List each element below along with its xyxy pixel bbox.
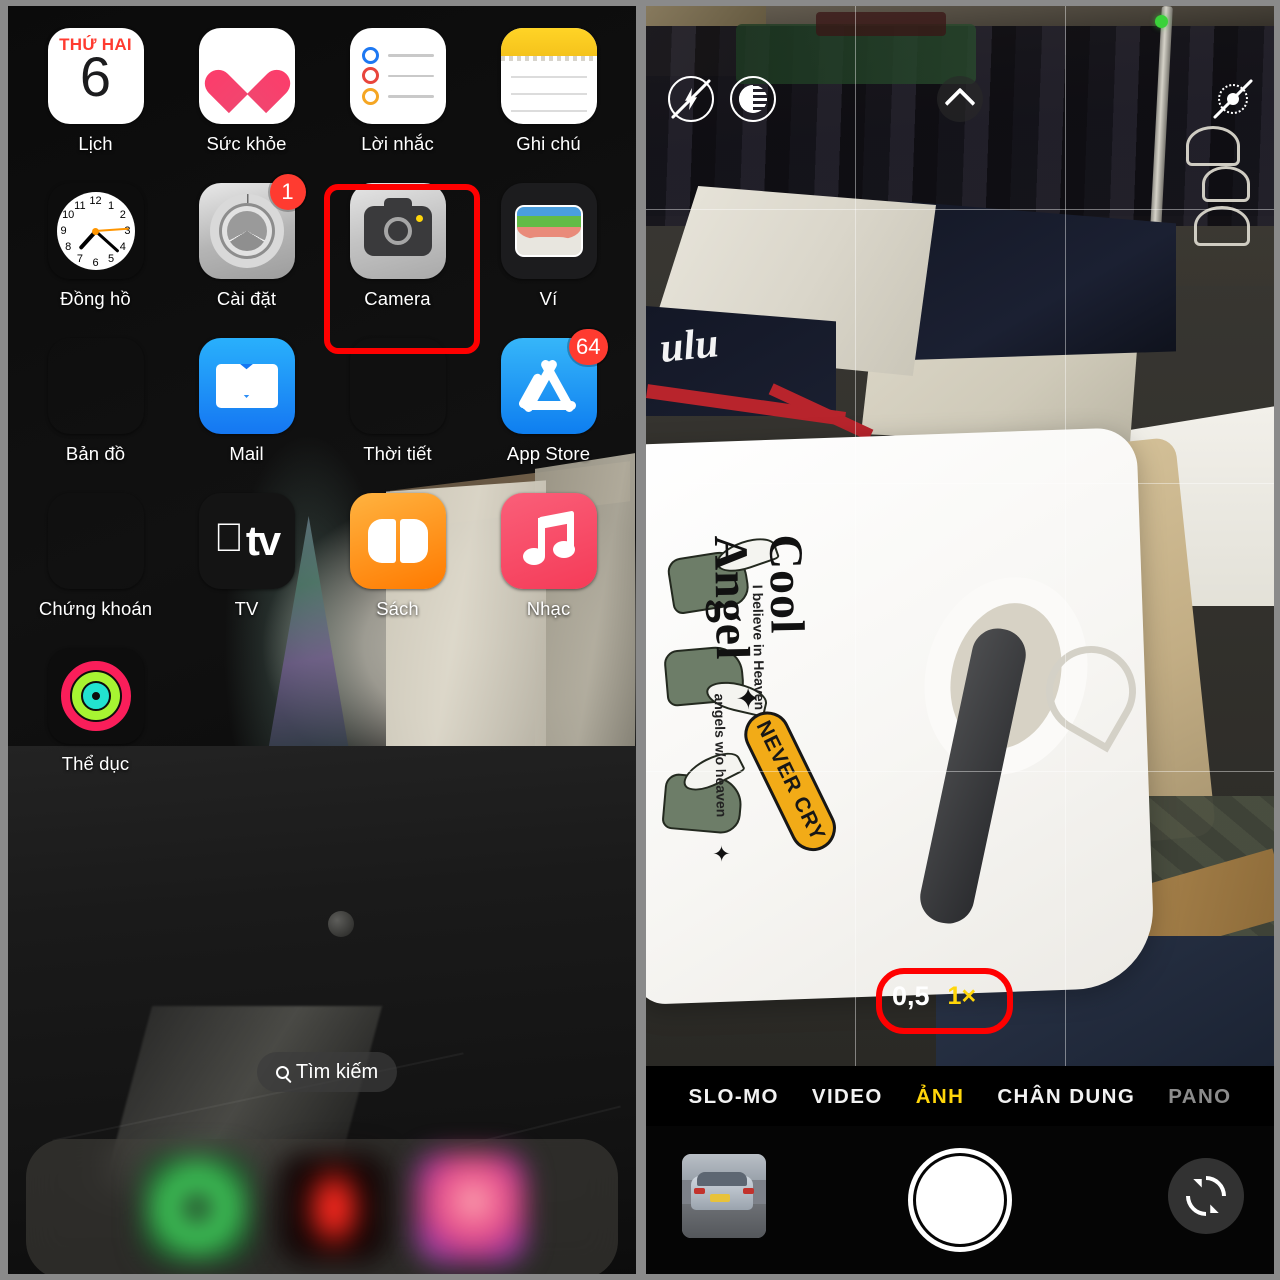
app-label: Lịch	[78, 133, 113, 154]
app-label: Ví	[539, 288, 558, 309]
app-cell-calendar[interactable]: THỨ HAI 6 Lịch	[20, 28, 171, 155]
app-label: Đồng hồ	[60, 288, 131, 309]
last-photo-thumbnail[interactable]	[682, 1154, 766, 1238]
app-label: Mail	[229, 443, 264, 464]
wallet-icon[interactable]	[500, 183, 597, 279]
app-label: Sách	[376, 598, 419, 619]
grid-line-horizontal	[646, 483, 1274, 484]
shutter-button[interactable]	[908, 1148, 1012, 1252]
app-cell-maps[interactable]: Bản đồ	[20, 338, 171, 465]
dock-app-red[interactable]	[279, 1153, 389, 1263]
search-icon	[275, 1065, 289, 1079]
camera-bottom-bar	[646, 1126, 1274, 1274]
settings-gear-icon[interactable]: 1	[198, 174, 306, 279]
music-note-icon[interactable]	[500, 493, 597, 589]
tv-wordmark: tv	[230, 517, 281, 564]
app-cell-tv[interactable]:  tv TV	[171, 493, 322, 620]
night-mode-icon[interactable]	[730, 76, 776, 122]
calendar-day: 6	[79, 45, 112, 108]
zoom-highlight-box	[876, 968, 1013, 1034]
app-label: Lời nhắc	[361, 133, 434, 154]
app-cell-weather[interactable]: Thời tiết	[322, 338, 473, 465]
wallpaper-drawer-knob	[328, 911, 354, 937]
search-button[interactable]: Tìm kiếm	[257, 1052, 397, 1092]
tshirt-print-line2: angels w/o heaven	[711, 693, 730, 818]
app-label: Sức khỏe	[206, 133, 287, 154]
ios-camera-app: ulu Cool Angel I believe in Heaven angel…	[646, 6, 1274, 1274]
clock-icon[interactable]: 12 1 2 3 4 5 6 7 8 9 10 11	[47, 183, 144, 279]
app-label: Ghi chú	[516, 133, 581, 154]
mode-portrait[interactable]: CHÂN DUNG	[997, 1085, 1135, 1109]
app-cell-stocks[interactable]: Chứng khoán	[20, 493, 171, 620]
badge-count: 1	[269, 174, 306, 210]
mail-envelope-icon[interactable]	[198, 338, 295, 434]
app-label: Chứng khoán	[38, 598, 153, 619]
tshirt-print-badge: NEVER CRY	[736, 703, 844, 859]
dock	[26, 1139, 618, 1274]
mode-photo[interactable]: ẢNH	[916, 1085, 965, 1109]
fitness-rings-icon[interactable]	[47, 648, 144, 744]
ios-home-screen: THỨ HAI 6 Lịch Sức khỏe Lời nhắc Ghi chú…	[8, 6, 636, 1274]
app-cell-app-store[interactable]: 64 App Store	[473, 329, 624, 465]
app-cell-wallet[interactable]: Ví	[473, 183, 624, 310]
camera-in-use-green-dot	[1155, 15, 1168, 28]
app-cell-music[interactable]: Nhạc	[473, 493, 624, 620]
health-heart-icon[interactable]	[198, 28, 295, 124]
mode-slo-mo[interactable]: SLO-MO	[689, 1085, 779, 1109]
grid-line-horizontal	[646, 771, 1274, 772]
app-label: Bản đồ	[65, 443, 126, 464]
app-cell-health[interactable]: Sức khỏe	[171, 28, 322, 155]
flip-camera-icon[interactable]	[1168, 1158, 1244, 1234]
app-label: Thể dục	[61, 753, 130, 774]
camera-top-controls	[646, 6, 1274, 196]
maps-icon[interactable]	[48, 338, 144, 434]
camera-mode-selector[interactable]: SLO-MO VIDEO ẢNH CHÂN DUNG PANO	[646, 1068, 1274, 1126]
app-cell-notes[interactable]: Ghi chú	[473, 28, 624, 155]
camera-highlight-box	[324, 184, 480, 354]
stocks-icon[interactable]	[48, 493, 144, 589]
books-icon[interactable]	[349, 493, 446, 589]
scene-script-logo: ulu	[657, 320, 721, 372]
chevron-up-icon[interactable]	[937, 76, 983, 122]
app-cell-fitness[interactable]: Thể dục	[20, 648, 171, 775]
screenshot-root: THỨ HAI 6 Lịch Sức khỏe Lời nhắc Ghi chú…	[0, 0, 1280, 1280]
apple-logo-icon: 	[214, 518, 244, 558]
app-store-icon[interactable]: 64	[500, 329, 608, 434]
apple-tv-icon[interactable]:  tv	[198, 493, 295, 589]
search-label: Tìm kiếm	[295, 1060, 379, 1083]
grid-line-horizontal	[646, 209, 1274, 210]
badge-count: 64	[569, 329, 608, 365]
app-label: App Store	[506, 443, 591, 464]
reminders-icon[interactable]	[349, 28, 446, 124]
flash-off-icon[interactable]	[668, 76, 714, 122]
app-label: TV	[234, 598, 259, 619]
app-cell-settings[interactable]: 1 Cài đặt	[171, 174, 322, 310]
mode-pano[interactable]: PANO	[1168, 1085, 1231, 1109]
app-cell-mail[interactable]: Mail	[171, 338, 322, 465]
app-label: Cài đặt	[216, 288, 277, 309]
app-cell-books[interactable]: Sách	[322, 493, 473, 620]
dock-app-purple[interactable]	[416, 1153, 526, 1263]
app-cell-clock[interactable]: 12 1 2 3 4 5 6 7 8 9 10 11 Đồng hồ	[20, 183, 171, 310]
tshirt-print: Cool Angel I believe in Heaven angels w/…	[661, 504, 949, 929]
mode-video[interactable]: VIDEO	[812, 1085, 883, 1109]
app-cell-reminders[interactable]: Lời nhắc	[322, 28, 473, 155]
calendar-icon[interactable]: THỨ HAI 6	[47, 28, 144, 124]
live-photo-off-icon[interactable]	[1210, 76, 1256, 122]
app-label: Nhạc	[526, 598, 571, 619]
home-app-grid: THỨ HAI 6 Lịch Sức khỏe Lời nhắc Ghi chú…	[8, 6, 636, 775]
notes-icon[interactable]	[500, 28, 597, 124]
app-label: Thời tiết	[363, 443, 432, 464]
dock-app-green[interactable]	[142, 1153, 252, 1263]
